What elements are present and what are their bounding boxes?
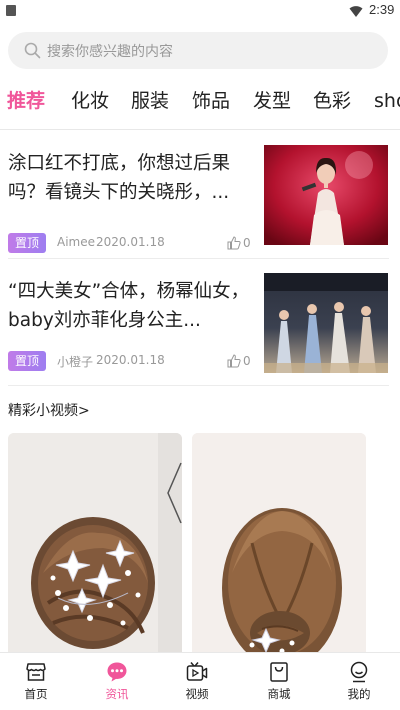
like-button[interactable]: 0 <box>227 233 251 253</box>
tab-hairstyle[interactable]: 发型 <box>253 84 291 118</box>
nav-profile-label: 我的 <box>347 687 371 701</box>
status-bar: 2:39 <box>0 0 400 22</box>
thumbs-up-icon <box>227 236 241 250</box>
video-card[interactable] <box>8 433 182 658</box>
article-item[interactable]: 涂口红不打底，你想过后果吗？看镜头下的关晓彤，... 置顶 Aimee 2020… <box>0 145 400 273</box>
article-title[interactable]: 涂口红不打底，你想过后果吗？看镜头下的关晓彤，... <box>8 149 253 207</box>
article-divider <box>8 385 389 386</box>
search-icon <box>24 42 41 59</box>
tab-recommend[interactable]: 推荐 <box>7 84 45 118</box>
store-icon <box>26 663 46 681</box>
tab-accessories[interactable]: 饰品 <box>192 84 230 118</box>
shopping-bag-icon <box>270 662 288 682</box>
nav-profile[interactable]: 我的 <box>329 661 389 702</box>
status-time: 2:39 <box>369 2 395 17</box>
nav-home-label: 首页 <box>24 687 48 701</box>
article-date: 2020.01.18 <box>96 353 165 367</box>
thumbs-up-icon <box>227 354 241 368</box>
nav-news-label: 资讯 <box>105 687 129 701</box>
nav-video-label: 视频 <box>185 687 209 701</box>
video-section-title[interactable]: 精彩小视频> <box>8 400 90 420</box>
user-icon <box>350 661 368 683</box>
video-card[interactable] <box>192 433 366 658</box>
nav-mall-label: 商城 <box>267 687 291 701</box>
video-icon <box>186 662 208 681</box>
category-tabs: 推荐 化妆 服装 饰品 发型 色彩 sho <box>0 84 400 120</box>
article-thumbnail[interactable] <box>264 273 388 373</box>
article-author: Aimee <box>57 235 95 249</box>
pinned-badge: 置顶 <box>8 351 46 371</box>
bottom-nav: 首页 资讯 视频 商城 我的 <box>0 652 400 710</box>
search-placeholder: 搜索你感兴趣的内容 <box>47 43 173 60</box>
article-date: 2020.01.18 <box>96 235 165 249</box>
article-author: 小橙子 <box>57 355 94 369</box>
tab-clothing[interactable]: 服装 <box>131 84 169 118</box>
nav-home[interactable]: 首页 <box>6 661 66 702</box>
wifi-icon <box>349 6 363 17</box>
article-item[interactable]: “四大美女”合体，杨幂仙女，baby刘亦菲化身公主... 置顶 小橙子 2020… <box>0 273 400 401</box>
article-title[interactable]: “四大美女”合体，杨幂仙女，baby刘亦菲化身公主... <box>8 277 253 335</box>
article-thumbnail[interactable] <box>264 145 388 245</box>
like-count: 0 <box>243 354 251 368</box>
tabs-divider <box>0 129 400 130</box>
like-button[interactable]: 0 <box>227 351 251 371</box>
tab-color[interactable]: 色彩 <box>313 84 351 118</box>
nav-mall[interactable]: 商城 <box>249 661 309 702</box>
pinned-badge: 置顶 <box>8 233 46 253</box>
tab-shop[interactable]: sho <box>374 84 400 118</box>
chat-bubble-icon <box>107 662 127 682</box>
article-divider <box>8 258 389 259</box>
like-count: 0 <box>243 236 251 250</box>
notification-icon <box>6 5 16 16</box>
nav-news[interactable]: 资讯 <box>87 661 147 702</box>
tab-makeup[interactable]: 化妆 <box>71 84 109 118</box>
nav-video[interactable]: 视频 <box>167 661 227 702</box>
search-bar[interactable]: 搜索你感兴趣的内容 <box>8 32 388 69</box>
